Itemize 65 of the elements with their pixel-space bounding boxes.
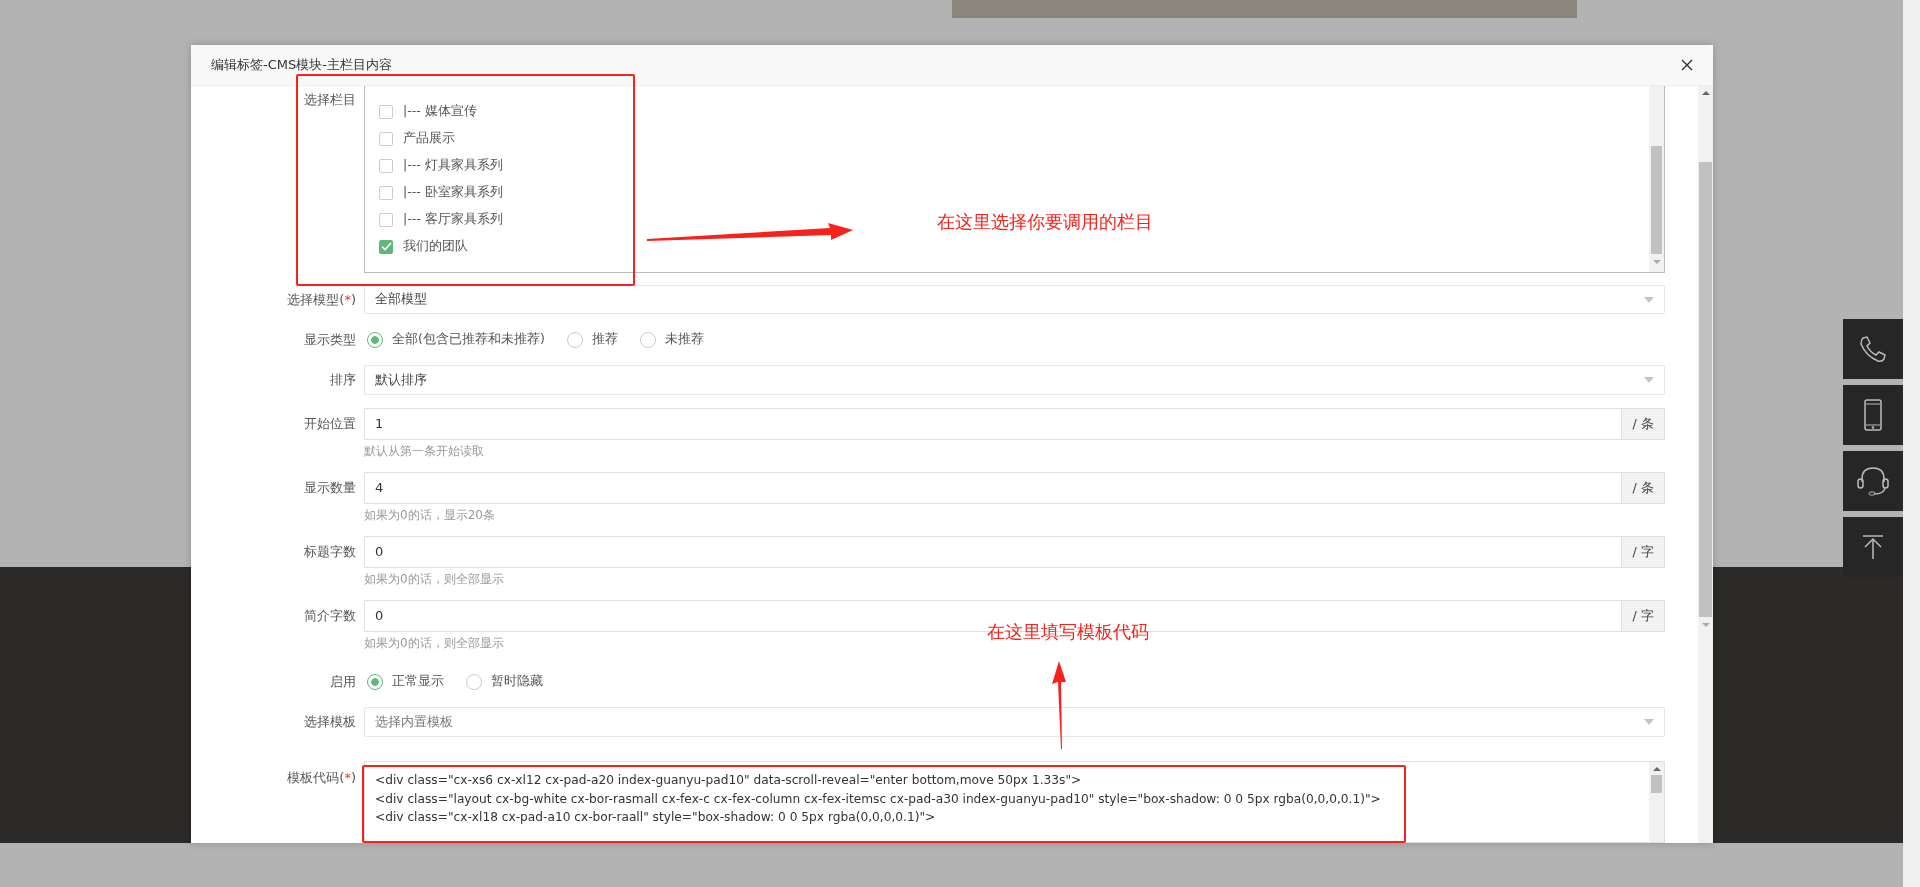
option-label: 推荐 (591, 331, 618, 348)
checkbox[interactable] (379, 185, 393, 200)
caret-icon (1644, 296, 1654, 303)
unit-addon: / 条 (1622, 472, 1665, 504)
select-field[interactable]: 默认排序 (364, 365, 1665, 395)
input-field[interactable]: 4 (364, 472, 1622, 504)
caret-icon (1644, 719, 1654, 725)
code-line: <div class="layout cx-bg-white cx-bor-rasmall cx-fex-c cx-fex-column cx-fex-itemsc cx-pad-a30 index-guanyu-pad10" style="box-shadow: 0 0 5px rgba(0,0,0,0.1)"> (375, 790, 1382, 808)
field-label: 简介字数 (303, 607, 357, 625)
option-label: |--- 客厅家具系列 (403, 211, 503, 228)
help-text: 默认从第一条开始读取 (364, 443, 484, 460)
option-label: |--- 灯具家具系列 (403, 157, 503, 174)
radio-button[interactable] (367, 673, 383, 690)
unit-addon: / 字 (1622, 536, 1665, 568)
option-label: 我们的团队 (403, 238, 468, 255)
checkbox[interactable] (379, 131, 393, 146)
help-text: 如果为0的话，则全部显示 (364, 571, 504, 588)
field-label: 开始位置 (303, 415, 357, 433)
textarea-scrollbar[interactable] (1649, 762, 1664, 842)
select-field[interactable]: 全部模型 (364, 285, 1665, 314)
back-to-top-button[interactable] (1843, 517, 1903, 577)
input-field[interactable]: 1 (364, 408, 1622, 440)
option-label: 全部(包含已推荐和未推荐) (392, 331, 545, 348)
list-scrollbar[interactable] (1649, 86, 1664, 272)
close-icon (1681, 59, 1693, 71)
mobile-button[interactable] (1843, 385, 1903, 445)
field-label: 标题字数 (303, 543, 357, 561)
unit-addon: / 字 (1622, 600, 1665, 632)
option-label: |--- 卧室家具系列 (403, 184, 503, 201)
headset-icon (1856, 465, 1890, 497)
checkbox[interactable] (379, 158, 393, 173)
option-label: |--- 媒体宣传 (403, 103, 477, 120)
dialog-title: 编辑标签-CMS模块-主栏目内容 (211, 56, 392, 74)
caret-icon (1644, 377, 1654, 383)
field-label: 模板代码(*) (286, 769, 357, 787)
field-label: 启用 (329, 672, 357, 691)
annotation-text: 在这里选择你要调用的栏目 (937, 210, 1153, 234)
phone-icon (1858, 334, 1888, 364)
field-label: 排序 (329, 371, 357, 389)
input-field[interactable]: 0 (364, 536, 1622, 568)
code-line: <div class="cx-xs6 cx-xl12 cx-pad-a20 index-guanyu-pad10" data-scroll-reveal="enter bottom,move 50px 1.33s"> (375, 772, 1083, 789)
phone-button[interactable] (1843, 319, 1903, 379)
field-label: 选择模板 (303, 713, 357, 731)
unit-addon: / 条 (1622, 408, 1665, 440)
radio-button[interactable] (367, 331, 383, 348)
field-label: 选择栏目 (303, 91, 357, 109)
dialog-scrollbar[interactable] (1698, 86, 1713, 843)
arrow-up-icon (1862, 534, 1884, 560)
checkbox[interactable] (379, 239, 393, 254)
close-button[interactable] (1681, 59, 1693, 71)
customer-service-button[interactable] (1843, 451, 1903, 511)
checkbox[interactable] (379, 212, 393, 227)
option-label: 正常显示 (392, 673, 444, 690)
help-text: 如果为0的话，则全部显示 (364, 635, 504, 652)
code-line: <div class="cx-xl18 cx-pad-a10 cx-bor-raall" style="box-shadow: 0 0 5px rgba(0,0,0,0.1)"> (375, 809, 937, 826)
field-label: 显示数量 (303, 479, 357, 497)
checkbox[interactable] (379, 104, 393, 119)
select-field[interactable]: 选择内置模板 (364, 707, 1665, 737)
mobile-phone-icon (1863, 399, 1883, 431)
option-label: 暂时隐藏 (491, 673, 543, 690)
field-label: 显示类型 (303, 330, 357, 349)
option-label: 产品展示 (403, 130, 455, 147)
field-label: 选择模型(*) (286, 290, 357, 309)
option-label: 未推荐 (664, 331, 704, 348)
help-text: 如果为0的话，显示20条 (364, 507, 495, 524)
